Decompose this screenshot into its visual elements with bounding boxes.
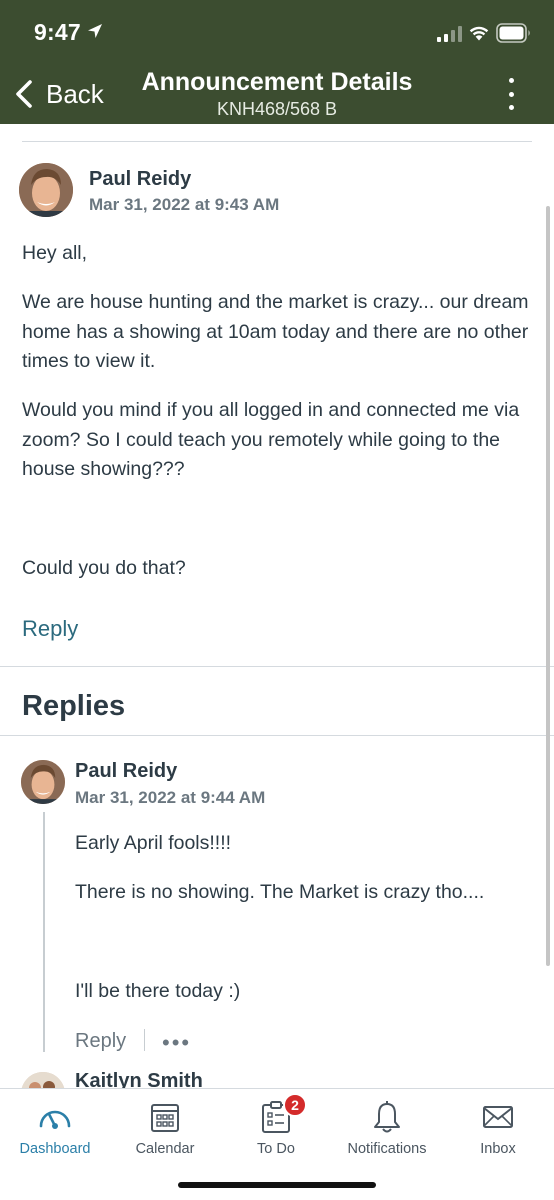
tab-notifications[interactable]: Notifications bbox=[332, 1099, 442, 1157]
tab-label: To Do bbox=[257, 1141, 295, 1157]
course-code: KNH468/568 B bbox=[216, 99, 338, 119]
thread-line bbox=[43, 812, 45, 1052]
avatar-photo bbox=[21, 1072, 65, 1088]
tab-calendar[interactable]: Calendar bbox=[110, 1099, 220, 1157]
avatar-photo bbox=[21, 760, 65, 804]
reply-paragraph: I'll be there today :) bbox=[75, 980, 241, 1002]
announcement-scroll-view[interactable]: Paul Reidy Mar 31, 2022 at 9:43 AM Hey a… bbox=[0, 124, 554, 1088]
wifi-icon bbox=[469, 26, 489, 41]
calendar-icon bbox=[151, 1104, 179, 1132]
divider bbox=[22, 141, 532, 142]
reply-date: Mar 31, 2022 at 9:44 AM bbox=[75, 788, 266, 807]
cellular-signal-icon bbox=[437, 26, 462, 42]
status-time: 9:47 bbox=[34, 19, 81, 45]
message-paragraph: Could you do that? bbox=[22, 557, 186, 579]
home-indicator[interactable] bbox=[178, 1182, 376, 1188]
reply-paragraph: There is no showing. The Market is crazy… bbox=[75, 881, 485, 903]
message-paragraph: Hey all, bbox=[22, 242, 88, 264]
reply-to-reply-button[interactable]: Reply bbox=[75, 1030, 126, 1053]
replies-heading: Replies bbox=[22, 690, 126, 722]
inbox-icon bbox=[483, 1106, 513, 1128]
more-options-button[interactable] bbox=[498, 78, 524, 110]
page-title: Announcement Details bbox=[141, 68, 413, 96]
divider bbox=[0, 735, 554, 736]
divider bbox=[144, 1029, 145, 1051]
more-dot-icon bbox=[508, 91, 514, 97]
app-header: 9:47 Back Announcement Details KNH468/56… bbox=[0, 0, 554, 124]
post-date: Mar 31, 2022 at 9:43 AM bbox=[89, 195, 280, 214]
reply-author-name: Kaitlyn Smith bbox=[75, 1070, 203, 1088]
tab-label: Calendar bbox=[135, 1141, 195, 1157]
reply-paragraph: Early April fools!!!! bbox=[75, 832, 232, 854]
dashboard-icon bbox=[39, 1110, 71, 1129]
bell-icon bbox=[374, 1101, 400, 1133]
tab-label: Inbox bbox=[480, 1141, 516, 1157]
author-name: Paul Reidy bbox=[89, 168, 192, 190]
tab-inbox[interactable]: Inbox bbox=[443, 1099, 553, 1157]
more-dot-icon bbox=[508, 78, 514, 83]
avatar[interactable] bbox=[21, 760, 65, 804]
reply-more-options-button[interactable]: ••• bbox=[162, 1030, 191, 1056]
avatar-photo bbox=[19, 163, 73, 217]
battery-icon bbox=[496, 23, 530, 43]
message-paragraph: Would you mind if you all logged in and … bbox=[22, 399, 520, 480]
divider bbox=[0, 666, 554, 667]
location-arrow-icon bbox=[88, 24, 102, 38]
tab-todo[interactable]: 2 To Do bbox=[221, 1093, 331, 1157]
todo-count-badge: 2 bbox=[283, 1093, 307, 1117]
avatar[interactable] bbox=[21, 1072, 65, 1088]
reply-author-name: Paul Reidy bbox=[75, 760, 178, 782]
status-bar: 9:47 bbox=[0, 0, 554, 66]
avatar[interactable] bbox=[19, 163, 73, 217]
more-dot-icon bbox=[508, 105, 514, 110]
scrollbar[interactable] bbox=[546, 206, 550, 966]
reply-button[interactable]: Reply bbox=[22, 616, 78, 642]
tab-label: Dashboard bbox=[19, 1141, 91, 1157]
message-paragraph: We are house hunting and the market is c… bbox=[22, 291, 529, 372]
tab-label: Notifications bbox=[347, 1141, 427, 1157]
tab-dashboard[interactable]: Dashboard bbox=[0, 1099, 110, 1157]
